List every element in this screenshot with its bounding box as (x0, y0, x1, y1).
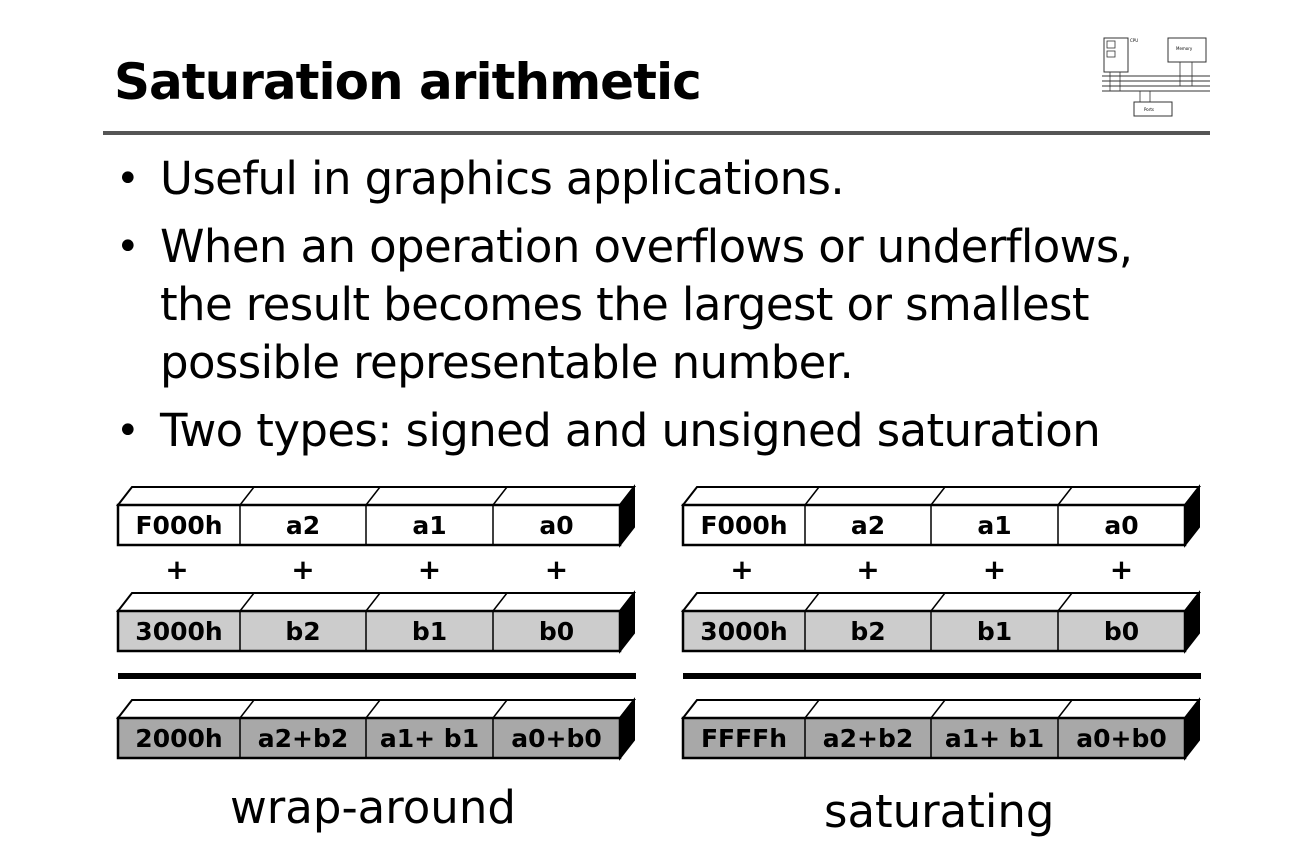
register-top-face (115, 699, 637, 719)
register-cell-label: a1 (412, 511, 446, 540)
register-cell-label: b1 (412, 617, 447, 646)
saturating-caption: saturating (824, 785, 1055, 838)
register-cell-label: b2 (285, 617, 320, 646)
register-top-face (680, 699, 1202, 719)
register-cell-label: b2 (850, 617, 885, 646)
register-cell-label: 3000h (700, 617, 787, 646)
register-cell-label: a1+ b1 (945, 724, 1044, 753)
plus-operator: + (730, 553, 753, 586)
register-cell-label: a2 (851, 511, 885, 540)
register-cell-label: a2 (286, 511, 320, 540)
plus-operator: + (165, 553, 188, 586)
register-top-face (680, 592, 1202, 612)
register-top-face (115, 486, 637, 506)
register-cell-label: b1 (977, 617, 1012, 646)
register-cell-label: a1 (977, 511, 1011, 540)
register-cell-label: F000h (135, 511, 222, 540)
sum-divider-bar (683, 673, 1201, 679)
register-cell-label: a0 (1104, 511, 1138, 540)
register-cell-label: a2+b2 (823, 724, 914, 753)
register-cell-label: a1+ b1 (380, 724, 479, 753)
register-cell-label: a0+b0 (1076, 724, 1167, 753)
plus-operator: + (856, 553, 879, 586)
register-cell-label: FFFFh (701, 724, 787, 753)
plus-operator: + (1110, 553, 1133, 586)
register-top-face (115, 592, 637, 612)
sum-divider-bar (118, 673, 636, 679)
plus-operator: + (418, 553, 441, 586)
register-cell-label: b0 (539, 617, 574, 646)
wrap-around-caption: wrap-around (230, 781, 516, 834)
plus-operator: + (545, 553, 568, 586)
register-cell-label: a0 (539, 511, 573, 540)
register-cell-label: a2+b2 (258, 724, 349, 753)
register-cell-label: b0 (1104, 617, 1139, 646)
plus-operator: + (291, 553, 314, 586)
register-cell-label: 3000h (135, 617, 222, 646)
register-cell-label: 2000h (135, 724, 222, 753)
plus-operator: + (983, 553, 1006, 586)
packed-addition-diagrams: F000h a2 a1 a0+ + + +3000h b2 b1 b02000h a2+b2 a1+ … (115, 484, 1202, 761)
register-top-face (680, 486, 1202, 506)
register-cell-label: F000h (700, 511, 787, 540)
register-cell-label: a0+b0 (511, 724, 602, 753)
